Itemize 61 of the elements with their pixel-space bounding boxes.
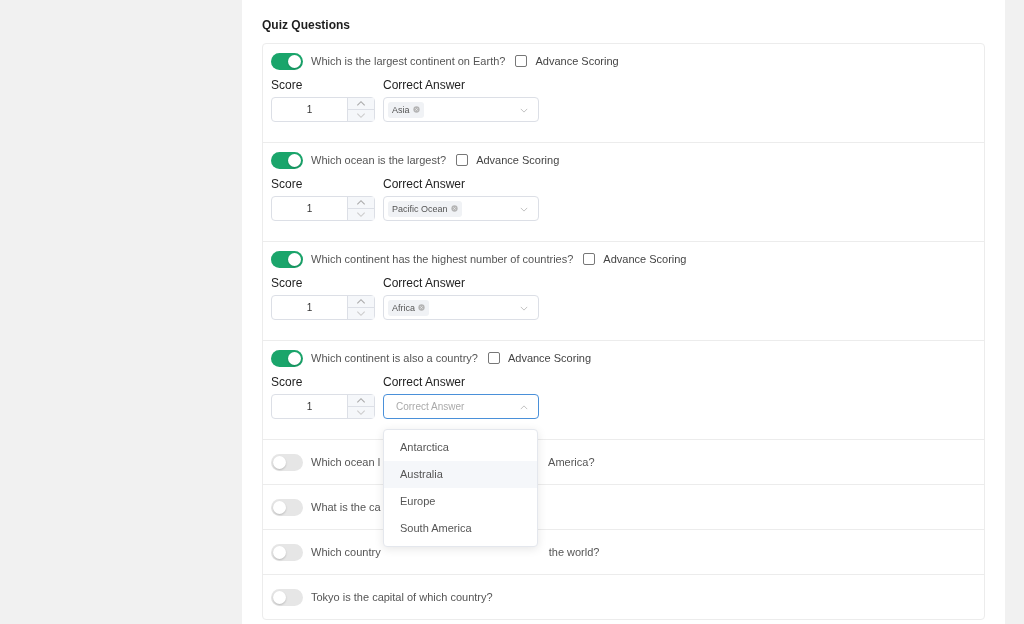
field-label: Correct Answer: [383, 78, 466, 92]
field-label: Score: [271, 78, 303, 92]
chevron-down-icon[interactable]: [520, 306, 528, 311]
field-label: Correct Answer: [383, 276, 466, 290]
placeholder-text: Correct Answer: [395, 401, 465, 412]
answer-tag: Asia: [388, 101, 424, 118]
checkbox-label: Advance Scoring: [476, 154, 560, 166]
score-input[interactable]: 1: [271, 196, 375, 221]
answer-select[interactable]: Asia: [383, 97, 539, 122]
toggle-switch[interactable]: [271, 250, 303, 268]
chevron-up-icon[interactable]: [520, 405, 528, 410]
field-label: Score: [271, 177, 303, 191]
question-text: Which continent has the highest number of countries?: [311, 253, 574, 265]
chevron-down-icon[interactable]: [520, 108, 528, 113]
toggle-switch[interactable]: [271, 498, 303, 516]
question-text: Which ocean l: [311, 456, 381, 468]
field-label: Score: [271, 375, 303, 389]
toggle-switch[interactable]: [271, 453, 303, 471]
decrement-icon[interactable]: [348, 208, 374, 220]
question-text: Which country: [311, 546, 381, 558]
field-label: Correct Answer: [383, 177, 466, 191]
question-text: What is the ca: [311, 501, 381, 513]
checkbox[interactable]: [487, 352, 500, 364]
question-text: Which continent is also a country?: [311, 352, 478, 364]
checkbox[interactable]: [456, 154, 469, 166]
question-text: America?: [548, 456, 595, 468]
section-heading: Quiz Questions: [262, 18, 351, 32]
remove-icon[interactable]: [418, 304, 425, 311]
checkbox[interactable]: [515, 55, 528, 67]
score-input[interactable]: 1: [271, 295, 375, 320]
answer-tag: Africa: [388, 299, 429, 316]
checkbox-label: Advance Scoring: [535, 55, 619, 67]
decrement-icon[interactable]: [348, 109, 374, 121]
question-text: Which ocean is the largest?: [311, 154, 447, 166]
remove-icon[interactable]: [450, 205, 458, 212]
dropdown-option[interactable]: South America: [384, 515, 537, 542]
answer-tag: Pacific Ocean: [388, 200, 462, 217]
remove-icon[interactable]: [412, 106, 420, 113]
decrement-icon[interactable]: [348, 307, 374, 319]
dropdown-option[interactable]: Australia: [384, 461, 537, 488]
field-label: Correct Answer: [383, 375, 466, 389]
score-input[interactable]: 1: [271, 394, 375, 419]
toggle-switch[interactable]: [271, 588, 303, 606]
toggle-switch[interactable]: [271, 543, 303, 561]
question-text: Which is the largest continent on Earth?: [311, 55, 506, 67]
checkbox-label: Advance Scoring: [603, 253, 687, 265]
toggle-switch[interactable]: [271, 52, 303, 70]
question-text: the world?: [548, 546, 600, 558]
field-label: Score: [271, 276, 303, 290]
dropdown-option[interactable]: Europe: [384, 488, 537, 515]
answer-select[interactable]: Africa: [383, 295, 539, 320]
toggle-switch[interactable]: [271, 151, 303, 169]
answer-select[interactable]: Pacific Ocean: [383, 196, 539, 221]
chevron-down-icon[interactable]: [520, 207, 528, 212]
checkbox-label: Advance Scoring: [507, 352, 592, 364]
dropdown-option[interactable]: Antarctica: [384, 434, 537, 461]
score-input[interactable]: 1: [271, 97, 375, 122]
question-text: Tokyo is the capital of which country?: [311, 591, 493, 603]
decrement-icon[interactable]: [348, 406, 374, 418]
toggle-switch[interactable]: [271, 349, 303, 367]
checkbox[interactable]: [583, 253, 596, 265]
